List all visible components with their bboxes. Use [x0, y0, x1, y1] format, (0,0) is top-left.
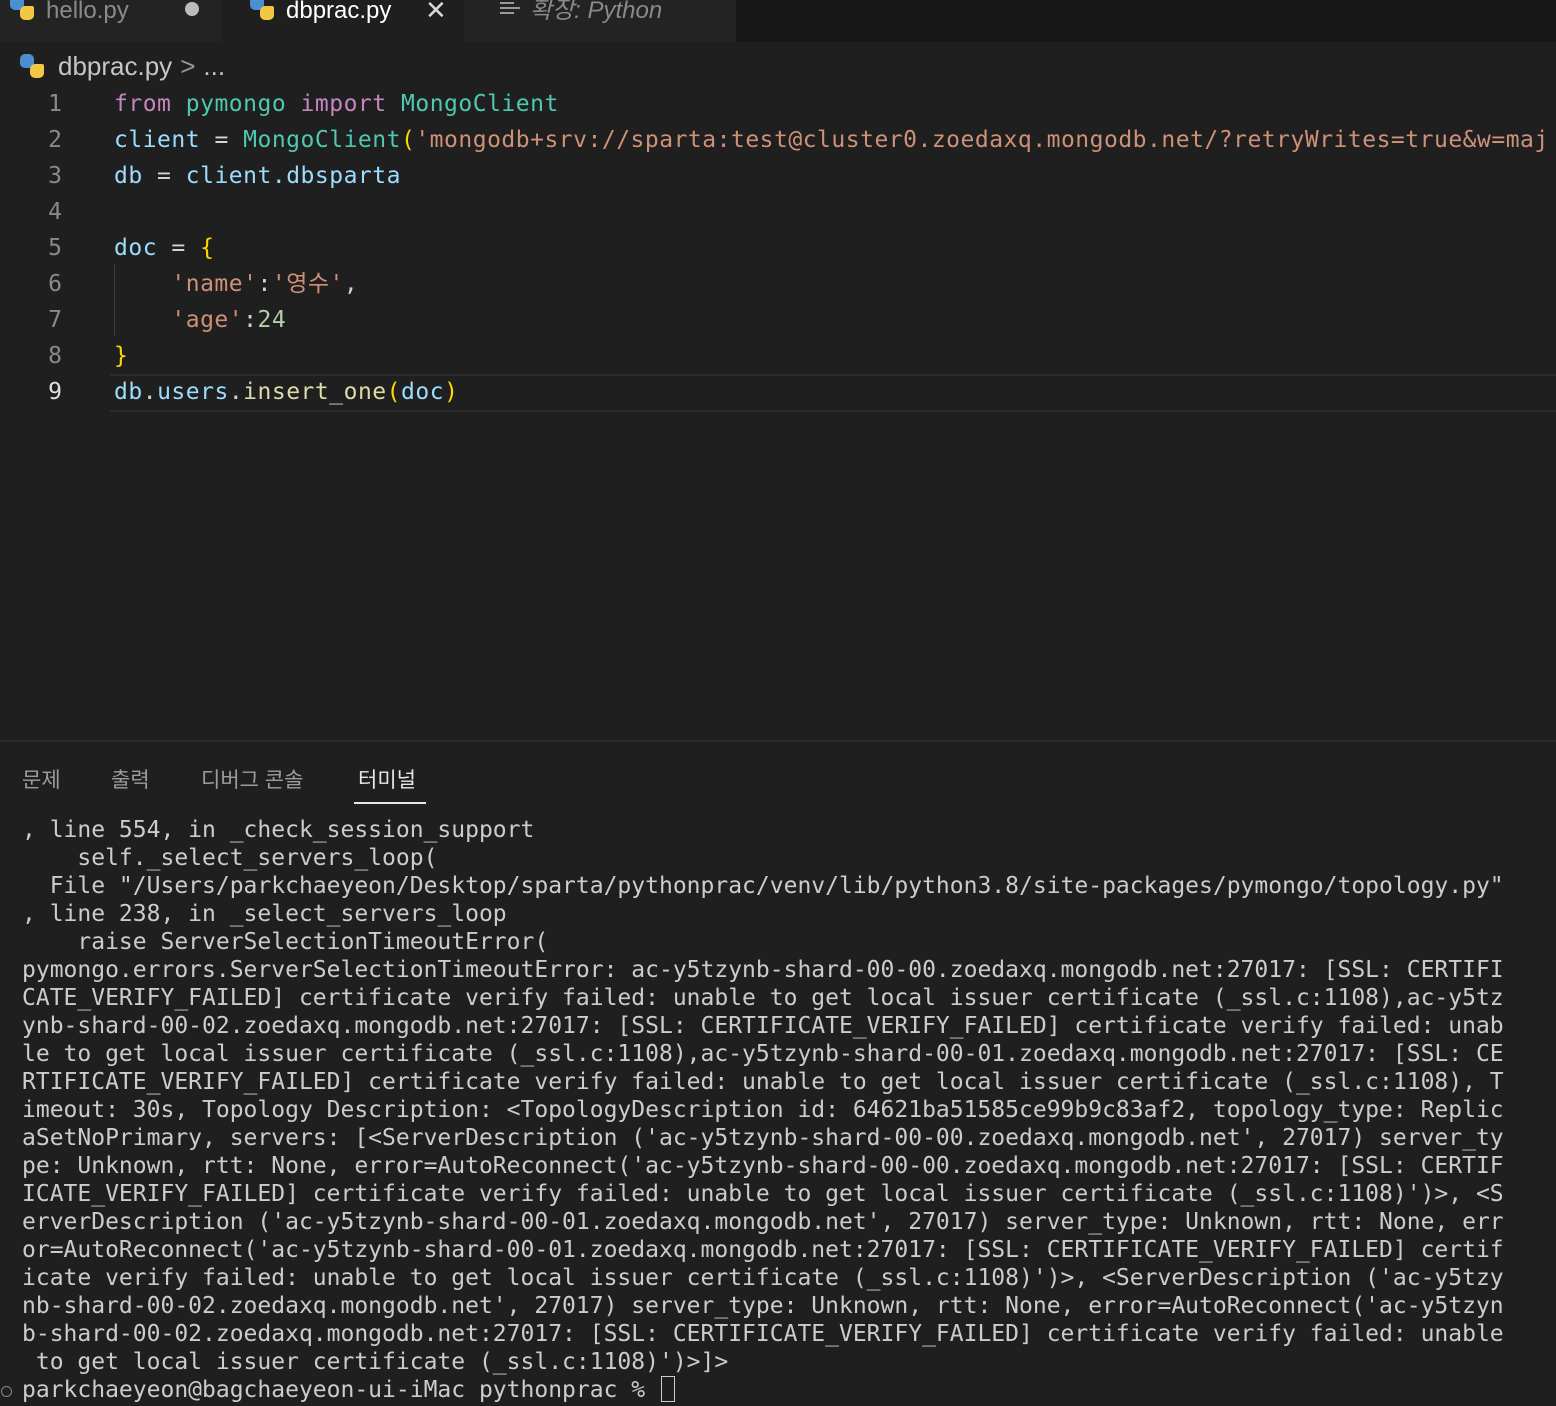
bottom-panel: 문제 출력 디버그 콘솔 터미널 , line 554, in _check_s… [0, 740, 1556, 1406]
terminal-line: nb-shard-00-02.zoedaxq.mongodb.net', 270… [22, 1293, 1504, 1319]
breadcrumb-file[interactable]: dbprac.py [58, 51, 172, 82]
tab-extension-python[interactable]: 확장: Python [464, 0, 736, 42]
terminal-line: b-shard-00-02.zoedaxq.mongodb.net:27017:… [22, 1321, 1504, 1347]
close-icon[interactable]: ✕ [425, 0, 447, 23]
tab-terminal[interactable]: 터미널 [358, 764, 416, 794]
terminal-line: aSetNoPrimary, servers: [<ServerDescript… [22, 1125, 1504, 1151]
terminal-line: pe: Unknown, rtt: None, error=AutoReconn… [22, 1153, 1504, 1179]
terminal-line: erverDescription ('ac-y5tzynb-shard-00-0… [22, 1209, 1504, 1235]
line-number: 9 [48, 379, 62, 405]
terminal-line: raise ServerSelectionTimeoutError( [22, 929, 549, 955]
code-line[interactable]: 3 db = client.dbsparta [0, 158, 1556, 194]
terminal-line: or=AutoReconnect('ac-y5tzynb-shard-00-01… [22, 1237, 1504, 1263]
code-line[interactable]: 5 doc = { [0, 230, 1556, 266]
tab-problems[interactable]: 문제 [22, 764, 61, 794]
tab-label: 확장: Python [530, 0, 663, 24]
python-file-icon [10, 0, 34, 20]
terminal-line: File "/Users/parkchaeyeon/Desktop/sparta… [22, 873, 1504, 899]
code-line-active[interactable]: 9 db.users.insert_one(doc) [0, 374, 1556, 410]
terminal-output[interactable]: , line 554, in _check_session_support se… [22, 816, 1532, 1376]
line-number: 3 [48, 163, 62, 189]
tab-debug-console[interactable]: 디버그 콘솔 [201, 764, 303, 794]
python-file-icon [20, 54, 44, 78]
command-status-icon [1, 1386, 12, 1397]
active-tab-indicator [354, 802, 426, 804]
terminal-line: , line 238, in _select_servers_loop [22, 901, 507, 927]
unsaved-dot-icon[interactable] [185, 2, 199, 16]
chevron-right-icon: > [180, 50, 196, 81]
line-number: 5 [48, 235, 62, 261]
terminal-line: icate verify failed: unable to get local… [22, 1265, 1504, 1291]
breadcrumb: dbprac.py > ... [20, 46, 225, 86]
tab-hello-py[interactable]: hello.py [0, 0, 222, 42]
code-line[interactable]: 6 'name':'영수', [0, 266, 1556, 302]
terminal-line: to get local issuer certificate (_ssl.c:… [22, 1349, 729, 1375]
line-number: 1 [48, 91, 62, 117]
line-number: 6 [48, 271, 62, 297]
code-line[interactable]: 1 from pymongo import MongoClient [0, 86, 1556, 122]
tab-label: dbprac.py [286, 0, 392, 24]
terminal-line: RTIFICATE_VERIFY_FAILED] certificate ver… [22, 1069, 1504, 1095]
code-editor[interactable]: 1 from pymongo import MongoClient 2 clie… [0, 86, 1556, 740]
terminal-line: le to get local issuer certificate (_ssl… [22, 1041, 1504, 1067]
terminal-cursor [660, 1376, 675, 1402]
line-number: 2 [48, 127, 62, 153]
code-line[interactable]: 8 } [0, 338, 1556, 374]
line-number: 7 [48, 307, 62, 333]
line-number: 8 [48, 343, 62, 369]
terminal-line: self._select_servers_loop( [22, 845, 438, 871]
code-line[interactable]: 4 [0, 194, 1556, 230]
code-line[interactable]: 2 client = MongoClient('mongodb+srv://sp… [0, 122, 1556, 158]
code-line[interactable]: 7 'age':24 [0, 302, 1556, 338]
terminal-line: CATE_VERIFY_FAILED] certificate verify f… [22, 985, 1504, 1011]
python-file-icon [250, 0, 274, 20]
terminal-line: imeout: 30s, Topology Description: <Topo… [22, 1097, 1504, 1123]
terminal-line: pymongo.errors.ServerSelectionTimeoutErr… [22, 957, 1504, 983]
terminal-line: ynb-shard-00-02.zoedaxq.mongodb.net:2701… [22, 1013, 1504, 1039]
line-number: 4 [48, 199, 62, 225]
tab-output[interactable]: 출력 [111, 764, 150, 794]
terminal-prompt[interactable]: parkchaeyeon@bagchaeyeon-ui-iMac pythonp… [22, 1376, 675, 1404]
preview-icon [500, 0, 520, 17]
tab-dbprac-py[interactable]: dbprac.py ✕ [222, 0, 464, 42]
editor-tab-bar: hello.py dbprac.py ✕ 확장: Python [0, 0, 1556, 42]
terminal-line: ICATE_VERIFY_FAILED] certificate verify … [22, 1181, 1504, 1207]
tab-label: hello.py [46, 0, 129, 24]
breadcrumb-symbols[interactable]: ... [203, 51, 225, 82]
terminal-line: , line 554, in _check_session_support [22, 817, 535, 843]
